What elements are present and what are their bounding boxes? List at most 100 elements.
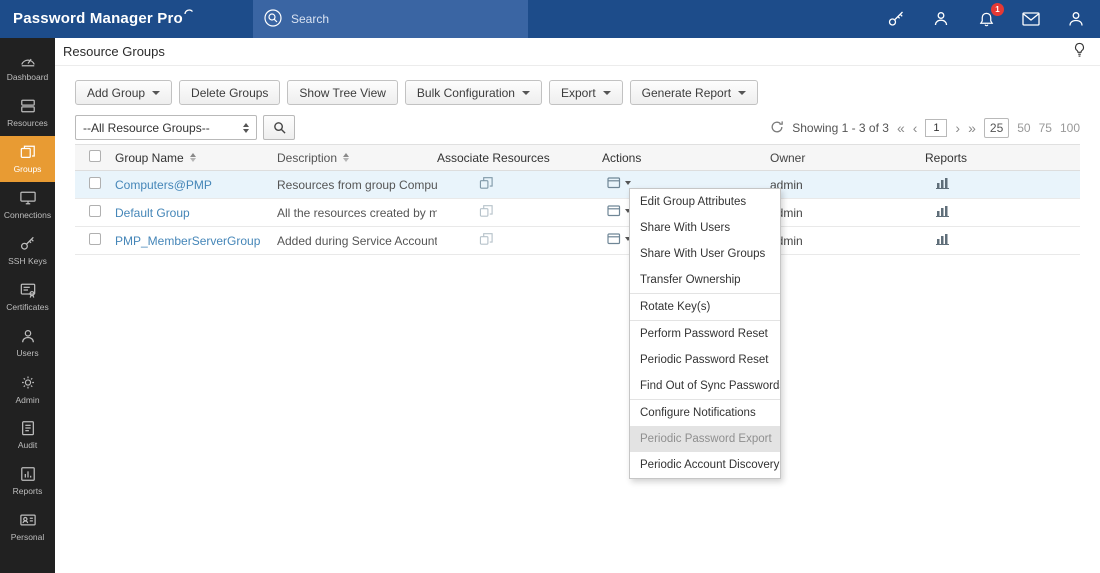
select-arrows-icon (243, 123, 249, 133)
menu-item-share-with-user-groups[interactable]: Share With User Groups (630, 241, 780, 267)
global-search-bar[interactable] (253, 0, 528, 38)
page-size-75[interactable]: 75 (1039, 121, 1052, 135)
column-header-reports: Reports (925, 151, 1080, 165)
show-tree-view-button[interactable]: Show Tree View (287, 80, 398, 105)
audit-icon (19, 420, 37, 436)
resource-group-filter-select[interactable]: --All Resource Groups-- (75, 115, 257, 140)
app-logo[interactable]: Password Manager Pro (13, 0, 194, 38)
user-sessions-icon[interactable] (931, 9, 951, 29)
group-description: Resources from group Compu... (277, 178, 437, 192)
table-row-computers-pmp[interactable]: Computers@PMP Resources from group Compu… (75, 171, 1080, 199)
sidebar-item-admin[interactable]: Admin (0, 366, 55, 412)
row-checkbox[interactable] (89, 177, 101, 189)
row-checkbox[interactable] (89, 233, 101, 245)
page-size-100[interactable]: 100 (1060, 121, 1080, 135)
users-icon (19, 328, 37, 344)
notification-count-badge: 1 (991, 3, 1004, 16)
sidebar-item-users[interactable]: Users (0, 320, 55, 366)
sidebar-item-dashboard[interactable]: Dashboard (0, 44, 55, 90)
sidebar-item-ssh-keys[interactable]: SSH Keys (0, 228, 55, 274)
column-header-description[interactable]: Description (277, 151, 437, 165)
sidebar-item-resources[interactable]: Resources (0, 90, 55, 136)
table-row-default-group[interactable]: Default Group All the resources created … (75, 199, 1080, 227)
group-name-link[interactable]: PMP_MemberServerGroup (115, 234, 260, 248)
last-page-button[interactable]: » (968, 121, 976, 135)
actions-icon (607, 205, 622, 217)
sidebar-item-groups[interactable]: Groups (0, 136, 55, 182)
page-number-input[interactable] (925, 119, 947, 137)
pagination-bar: Showing 1 - 3 of 3 « ‹ › » 25 50 75 100 (770, 118, 1080, 138)
associate-resources-icon[interactable] (479, 232, 494, 246)
menu-item-find-out-of-sync-passwords[interactable]: Find Out of Sync Passwords (630, 373, 780, 399)
actions-menu-trigger[interactable] (607, 233, 631, 245)
filter-search-button[interactable] (263, 115, 295, 140)
tips-lightbulb-icon[interactable] (1072, 42, 1087, 61)
sort-icon[interactable] (343, 153, 349, 162)
admin-gear-icon (19, 374, 37, 391)
sidebar-item-reports[interactable]: Reports (0, 458, 55, 504)
menu-item-transfer-ownership[interactable]: Transfer Ownership (630, 267, 780, 293)
menu-item-rotate-keys[interactable]: Rotate Key(s) (630, 294, 780, 320)
refresh-icon[interactable] (770, 120, 784, 137)
associate-resources-icon[interactable] (479, 176, 494, 190)
logo-swirl-icon (184, 6, 194, 20)
menu-item-periodic-password-reset[interactable]: Periodic Password Reset (630, 347, 780, 373)
owner-cell: admin (770, 178, 925, 192)
reports-chart-icon[interactable] (936, 233, 950, 245)
associate-resources-icon[interactable] (479, 204, 494, 218)
generate-report-button[interactable]: Generate Report (630, 80, 758, 105)
notifications-bell-icon[interactable]: 1 (976, 9, 996, 29)
select-all-checkbox[interactable] (89, 150, 101, 162)
password-tools-icon[interactable] (886, 9, 906, 29)
delete-groups-button[interactable]: Delete Groups (179, 80, 280, 105)
main-content: Resource Groups Add Group Delete Groups … (55, 38, 1100, 573)
ssh-keys-icon (19, 236, 37, 252)
menu-item-share-with-users[interactable]: Share With Users (630, 215, 780, 241)
reports-icon (19, 466, 37, 482)
page-title: Resource Groups (63, 44, 165, 59)
add-group-button[interactable]: Add Group (75, 80, 172, 105)
actions-icon (607, 177, 622, 189)
top-header-bar: Password Manager Pro 1 (0, 0, 1100, 38)
prev-page-button[interactable]: ‹ (913, 121, 918, 135)
sidebar-item-personal[interactable]: Personal (0, 504, 55, 550)
actions-menu-trigger[interactable] (607, 205, 631, 217)
page-title-bar: Resource Groups (55, 38, 1100, 66)
sort-icon[interactable] (190, 153, 196, 162)
personal-icon (19, 512, 37, 528)
reports-chart-icon[interactable] (936, 177, 950, 189)
group-name-link[interactable]: Computers@PMP (115, 178, 212, 192)
profile-icon[interactable] (1066, 9, 1086, 29)
reports-chart-icon[interactable] (936, 205, 950, 217)
page-size-25[interactable]: 25 (984, 118, 1009, 138)
bulk-configuration-button[interactable]: Bulk Configuration (405, 80, 542, 105)
group-name-link[interactable]: Default Group (115, 206, 190, 220)
search-input[interactable] (291, 12, 501, 26)
first-page-button[interactable]: « (897, 121, 905, 135)
menu-item-configure-notifications[interactable]: Configure Notifications (630, 400, 780, 426)
caret-down-icon (152, 91, 160, 95)
column-header-group-name[interactable]: Group Name (115, 151, 277, 165)
actions-menu-trigger[interactable] (607, 177, 631, 189)
row-checkbox[interactable] (89, 205, 101, 217)
page-size-50[interactable]: 50 (1017, 121, 1030, 135)
search-icon (264, 9, 282, 30)
column-header-owner: Owner (770, 151, 925, 165)
export-button[interactable]: Export (549, 80, 623, 105)
sidebar-item-connections[interactable]: Connections (0, 182, 55, 228)
table-row-pmp-memberservergroup[interactable]: PMP_MemberServerGroup Added during Servi… (75, 227, 1080, 255)
sidebar-item-audit[interactable]: Audit (0, 412, 55, 458)
group-description: Added during Service Account... (277, 234, 437, 248)
connections-icon (19, 190, 37, 206)
caret-down-icon (625, 181, 631, 185)
menu-item-periodic-password-export[interactable]: Periodic Password Export (630, 426, 780, 452)
next-page-button[interactable]: › (955, 121, 960, 135)
menu-item-perform-password-reset[interactable]: Perform Password Reset (630, 321, 780, 347)
menu-item-edit-group-attributes[interactable]: Edit Group Attributes (630, 189, 780, 215)
menu-item-periodic-account-discovery[interactable]: Periodic Account Discovery (630, 452, 780, 478)
sidebar-item-certificates[interactable]: Certificates (0, 274, 55, 320)
caret-down-icon (603, 91, 611, 95)
resources-icon (19, 98, 37, 114)
owner-cell: admin (770, 206, 925, 220)
mail-icon[interactable] (1021, 9, 1041, 29)
